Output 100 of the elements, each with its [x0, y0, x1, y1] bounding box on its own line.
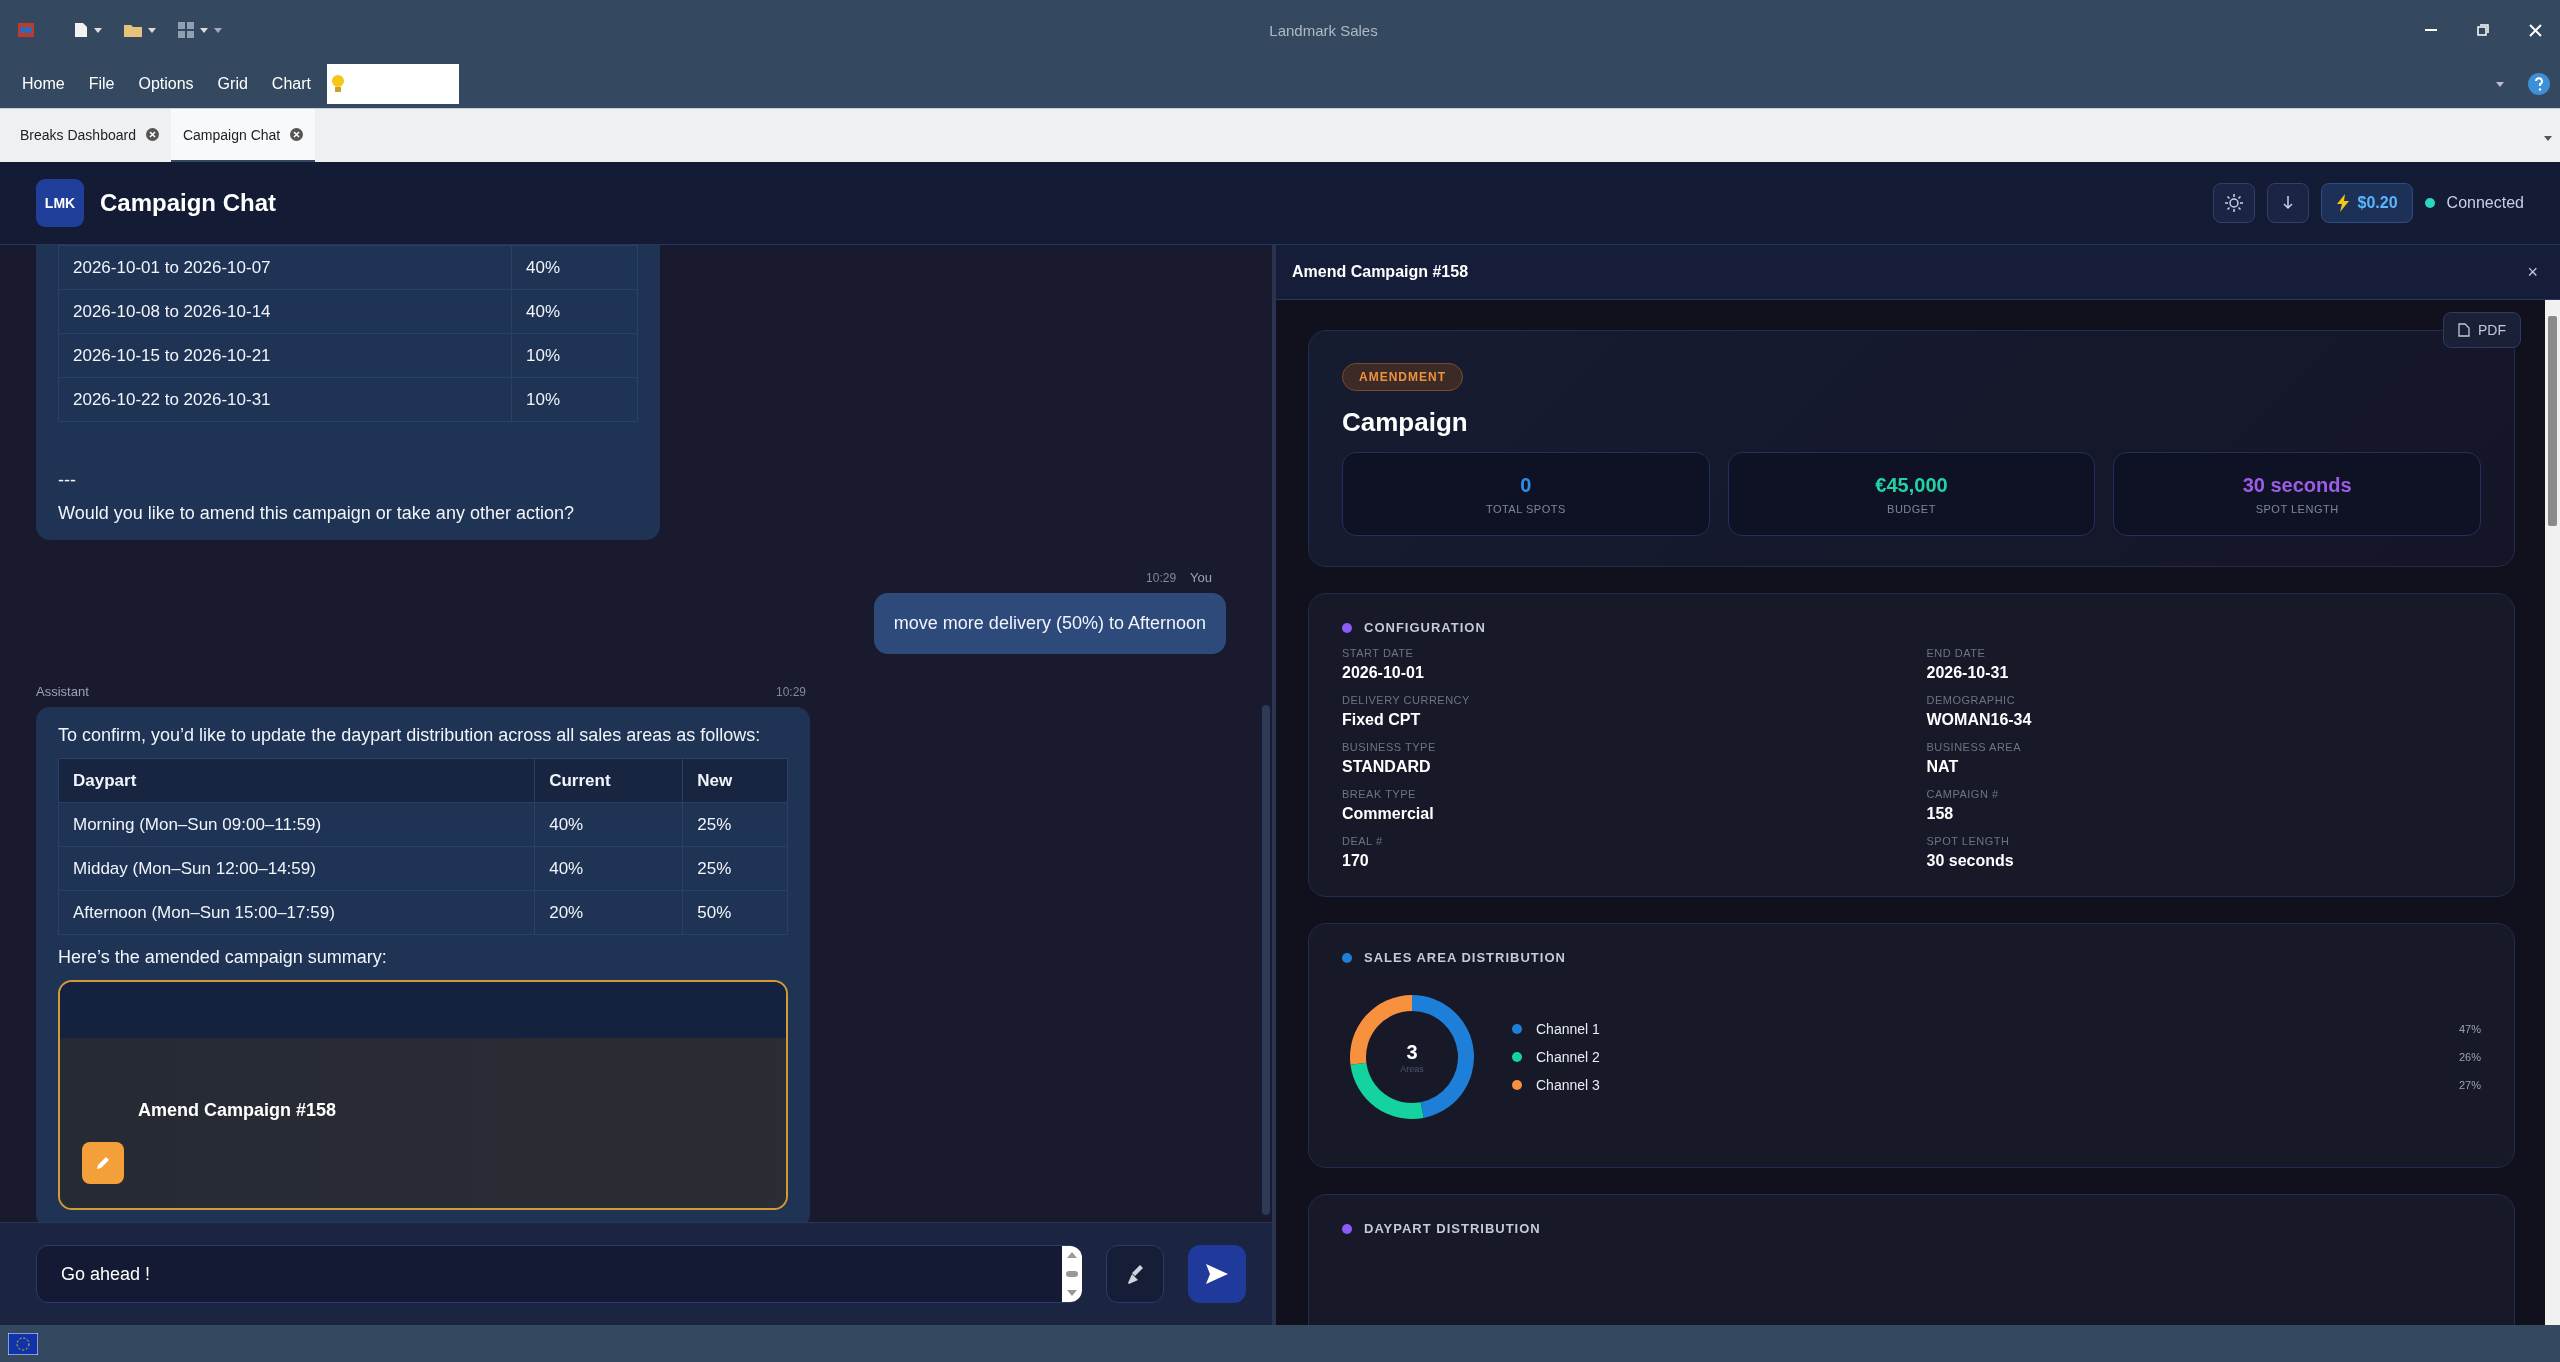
microphone-button[interactable] [1106, 1245, 1164, 1303]
window-title: Landmark Sales [1268, 21, 1379, 39]
menu-item[interactable]: Chart [259, 60, 323, 108]
caret-icon[interactable] [94, 27, 102, 33]
close-icon[interactable] [290, 128, 304, 141]
legend-label: Channel 3 [1536, 1077, 1600, 1093]
table-cell: 20% [534, 890, 683, 935]
panel-title: Amend Campaign #158 [1292, 263, 1469, 281]
status-badge: AMENDMENT [1342, 363, 1463, 391]
pencil-icon [82, 1142, 124, 1184]
field-label: DELIVERY CURRENCY [1342, 694, 1471, 706]
field-value: STANDARD [1342, 758, 1432, 776]
close-button[interactable]: × [2521, 260, 2544, 284]
field-value: 30 seconds [1926, 852, 2015, 870]
status-dot [2424, 198, 2435, 208]
close-icon[interactable] [2529, 23, 2542, 37]
document-tab[interactable]: Campaign Chat [170, 109, 316, 162]
send-icon [1206, 1264, 1228, 1284]
message-time: 10:29 [1146, 571, 1177, 585]
search-field[interactable] [326, 64, 459, 104]
table-header: Current [534, 758, 683, 803]
caret-icon[interactable] [148, 27, 156, 33]
table-cell: Afternoon (Mon–Sun 15:00–17:59) [58, 890, 535, 935]
field-value: Commercial [1342, 805, 1435, 823]
connection-status: Connected [2446, 194, 2524, 212]
field-label: SPOT LENGTH [1926, 835, 2011, 847]
sun-icon [2224, 194, 2243, 212]
close-icon[interactable] [145, 128, 159, 141]
field-label: BREAK TYPE [1342, 788, 1417, 800]
stat-value: 30 seconds [2242, 473, 2352, 497]
table-header: New [682, 758, 788, 803]
table-cell: 25% [682, 846, 788, 891]
field-label: CAMPAIGN # [1926, 788, 2000, 800]
section-title: SALES AREA DISTRIBUTION [1364, 950, 1566, 965]
download-button[interactable] [2266, 183, 2309, 223]
download-icon [2281, 195, 2294, 211]
message-time: 10:29 [775, 685, 806, 699]
lightbulb-icon [330, 74, 345, 94]
table-header: Daypart [58, 758, 535, 803]
theme-button[interactable] [2212, 183, 2255, 223]
table-cell: 40% [534, 846, 683, 891]
table-cell: 2026-10-22 to 2026-10-31 [58, 377, 512, 422]
menu-item[interactable]: File [76, 60, 127, 108]
caret-icon[interactable] [2544, 135, 2552, 141]
grid-icon[interactable] [178, 22, 194, 38]
restore-icon[interactable] [2477, 24, 2489, 36]
card-heading: Campaign [1342, 407, 1469, 438]
legend-label: Channel 1 [1536, 1021, 1600, 1037]
field-value: Fixed CPT [1342, 711, 1422, 729]
page-title: Campaign Chat [100, 189, 276, 217]
help-icon[interactable] [2528, 73, 2550, 95]
field-label: BUSINESS AREA [1926, 741, 2023, 753]
legend-label: Channel 2 [1536, 1049, 1600, 1065]
legend-value: 26% [2458, 1051, 2481, 1063]
stat-label: BUDGET [1887, 502, 1936, 515]
legend-value: 47% [2458, 1023, 2481, 1035]
cost-badge: $0.20 [2320, 183, 2413, 223]
section-title: DAYPART DISTRIBUTION [1364, 1221, 1541, 1236]
field-label: START DATE [1342, 647, 1415, 659]
field-label: BUSINESS TYPE [1342, 741, 1437, 753]
field-value: 170 [1342, 852, 1370, 870]
sender-label: You [1190, 570, 1212, 585]
stat-value: 0 [1520, 473, 1532, 497]
field-value: 2026-10-01 [1342, 664, 1425, 682]
table-cell: 40% [511, 289, 638, 334]
flag-icon [8, 1332, 38, 1355]
caret-icon[interactable] [2496, 81, 2504, 87]
table-cell: 10% [511, 377, 638, 422]
message-text: --- [58, 470, 77, 491]
scrollbar[interactable] [2545, 300, 2560, 1325]
field-value: 2026-10-31 [1926, 664, 2010, 682]
field-value: WOMAN16-34 [1926, 711, 2033, 729]
lightning-icon [2335, 194, 2350, 212]
field-label: DEMOGRAPHIC [1926, 694, 2017, 706]
document-tab[interactable]: Breaks Dashboard [8, 109, 171, 162]
message-text: To confirm, you’d like to update the daypart distribution across all sales areas as follows: [58, 725, 762, 746]
scrollbar[interactable] [1262, 705, 1270, 1215]
field-value: 158 [1926, 805, 1955, 823]
stat-label: SPOT LENGTH [2255, 502, 2339, 515]
menu-item[interactable]: Options [126, 60, 206, 108]
table-cell: 40% [511, 245, 638, 290]
card-title: Amend Campaign #158 [138, 1100, 338, 1121]
menu-item[interactable]: Home [10, 60, 77, 108]
new-file-icon[interactable] [74, 22, 88, 38]
folder-icon[interactable] [124, 23, 142, 37]
legend-value: 27% [2458, 1079, 2481, 1091]
stat-label: TOTAL SPOTS [1485, 502, 1566, 515]
table-cell: 2026-10-08 to 2026-10-14 [58, 289, 512, 334]
pdf-button[interactable]: PDF [2443, 312, 2521, 348]
sender-label: Assistant [36, 684, 89, 699]
table-cell: Morning (Mon–Sun 09:00–11:59) [58, 802, 535, 847]
message-text: move more delivery (50%) to Afternoon [893, 613, 1206, 634]
table-cell: 2026-10-15 to 2026-10-21 [58, 333, 512, 378]
table-cell: 40% [534, 802, 683, 847]
menu-item[interactable]: Grid [205, 60, 260, 108]
app-logo: LMK [36, 179, 84, 227]
table-cell: 50% [682, 890, 788, 935]
field-label: DEAL # [1342, 835, 1384, 847]
message-text: Here’s the amended campaign summary: [58, 947, 388, 968]
send-button[interactable] [1188, 1245, 1246, 1303]
